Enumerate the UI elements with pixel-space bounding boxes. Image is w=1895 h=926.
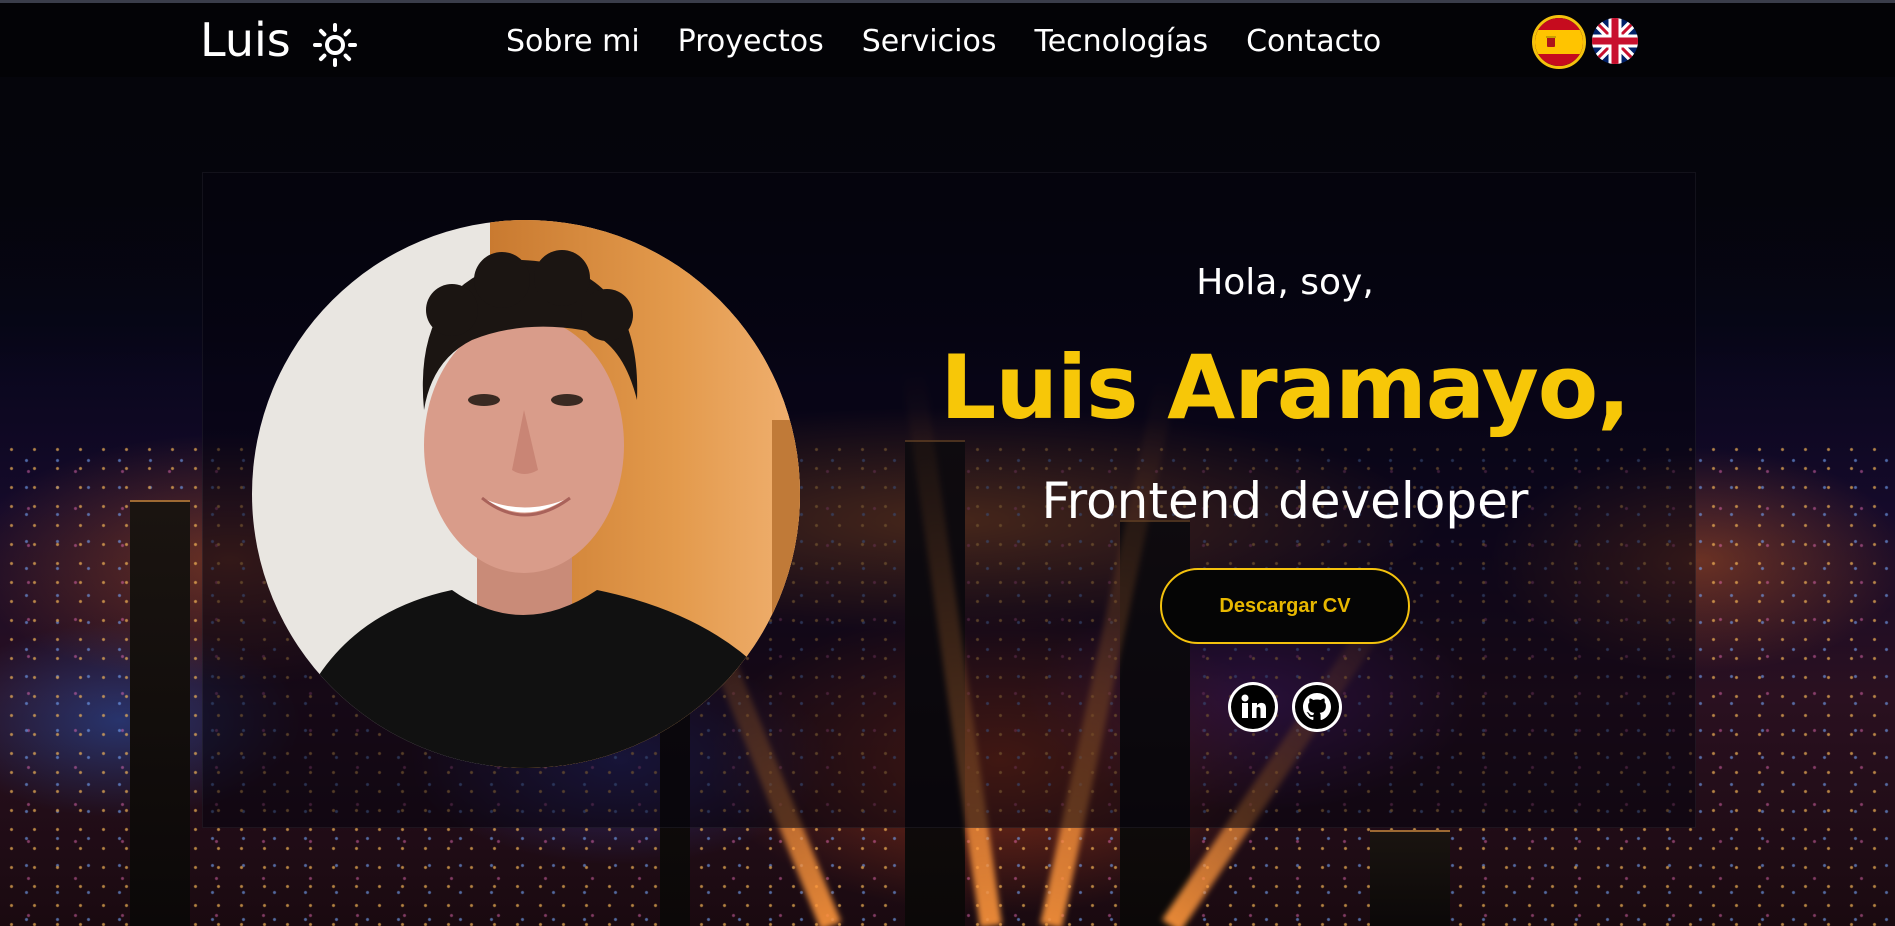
nav-link-tecnologias[interactable]: Tecnologías	[1034, 23, 1208, 61]
hero-greeting: Hola, soy,	[1196, 262, 1374, 303]
linkedin-icon[interactable]	[1228, 682, 1278, 732]
building	[1370, 830, 1450, 926]
download-cv-button[interactable]: Descargar CV	[1160, 568, 1410, 644]
uk-flag-icon[interactable]	[1592, 18, 1638, 64]
hero-role: Frontend developer	[1041, 472, 1529, 530]
sun-icon[interactable]	[312, 22, 358, 68]
spain-flag-icon[interactable]	[1532, 15, 1586, 69]
nav-link-sobre-mi[interactable]: Sobre mi	[506, 23, 640, 61]
nav-link-proyectos[interactable]: Proyectos	[678, 23, 824, 61]
navbar: Luis Sobre mi Proyectos Servicios Tecnol…	[0, 3, 1895, 77]
logo[interactable]: Luis	[200, 13, 291, 67]
nav-link-contacto[interactable]: Contacto	[1246, 23, 1381, 61]
nav-link-servicios[interactable]: Servicios	[862, 23, 997, 61]
hero-name: Luis Aramayo,	[940, 336, 1630, 439]
profile-photo	[252, 220, 800, 768]
github-icon[interactable]	[1292, 682, 1342, 732]
nav-links: Sobre mi Proyectos Servicios Tecnologías…	[506, 23, 1419, 61]
building	[130, 500, 190, 926]
